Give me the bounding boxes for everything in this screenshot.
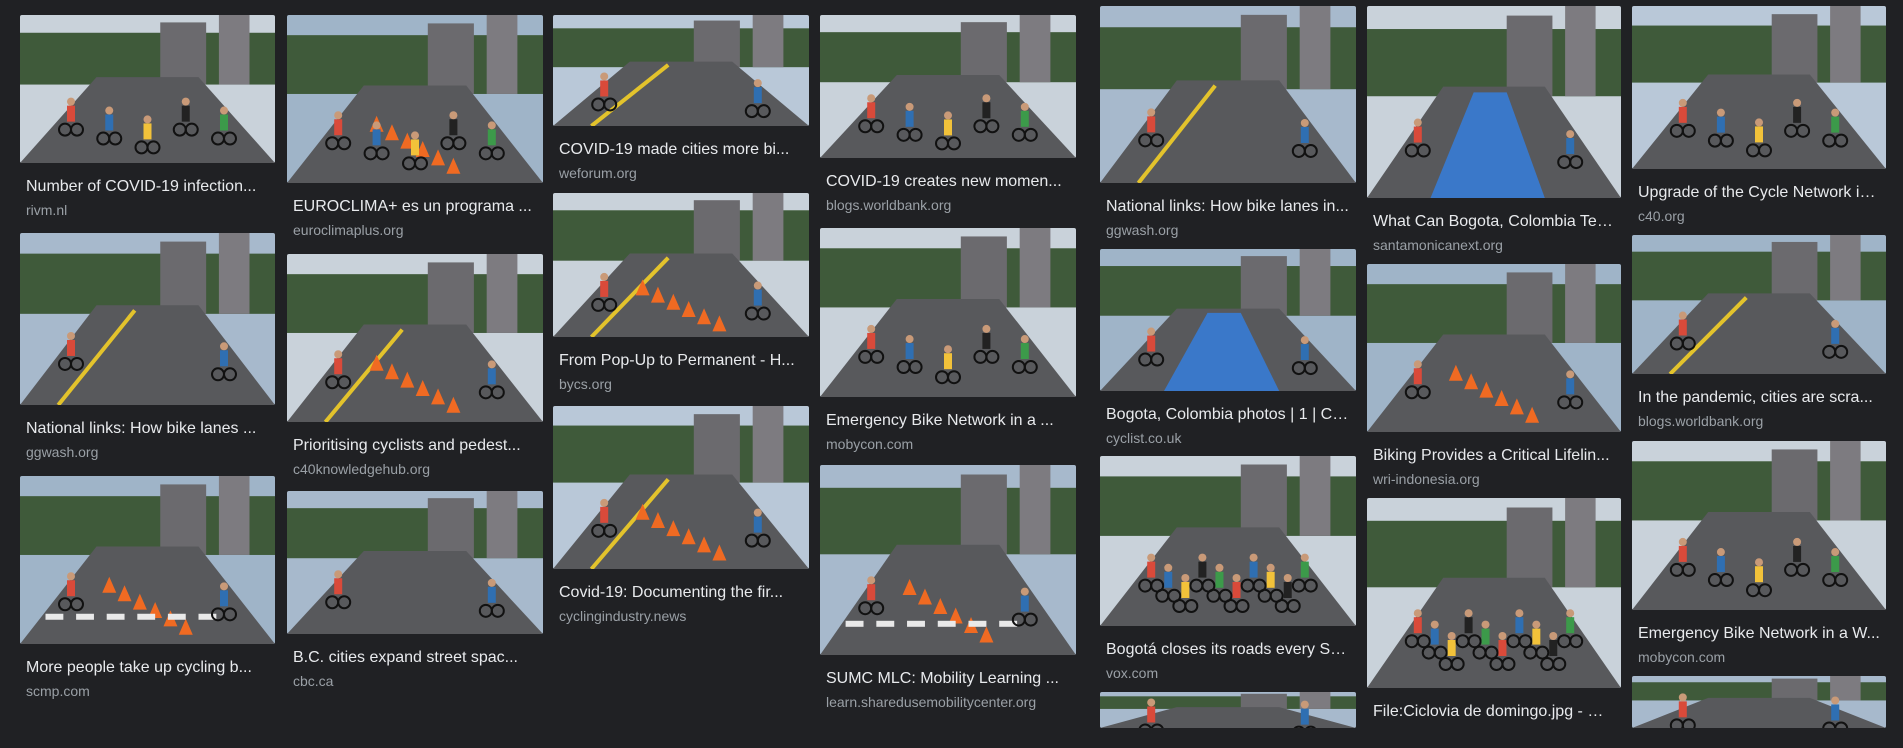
result-thumbnail[interactable] (553, 406, 809, 569)
image-result-card[interactable] (1100, 692, 1356, 728)
image-results-grid: Number of COVID-19 infection... rivm.nl Na… (0, 0, 1903, 728)
result-thumbnail[interactable] (1100, 249, 1356, 391)
result-thumbnail[interactable] (287, 491, 543, 634)
result-source[interactable]: vox.com (1106, 664, 1350, 682)
image-result-card[interactable]: Upgrade of the Cycle Network in... c40.or… (1632, 6, 1886, 229)
result-title[interactable]: Emergency Bike Network in a ... (826, 411, 1070, 431)
result-title[interactable]: EUROCLIMA+ es un programa ... (293, 197, 537, 217)
image-result-card[interactable]: Number of COVID-19 infection... rivm.nl (20, 15, 275, 223)
result-thumbnail[interactable] (553, 15, 809, 126)
result-source[interactable]: bycs.org (559, 375, 803, 393)
image-result-card[interactable]: National links: How bike lanes in... ggwa… (1100, 6, 1356, 243)
image-result-card[interactable]: Covid-19: Documenting the fir... cyclingi… (553, 406, 809, 629)
image-result-card[interactable]: What Can Bogota, Colombia Tea... santamon… (1367, 6, 1621, 258)
image-result-card[interactable]: Emergency Bike Network in a W... mobycon.… (1632, 441, 1886, 670)
image-result-card[interactable]: File:Ciclovia de domingo.jpg - Wi... (1367, 498, 1621, 748)
result-title[interactable]: Prioritising cyclists and pedest... (293, 436, 537, 456)
result-source[interactable]: ggwash.org (26, 443, 269, 461)
result-source[interactable]: blogs.worldbank.org (1638, 412, 1880, 430)
result-thumbnail[interactable] (1367, 498, 1621, 688)
result-source[interactable]: learn.sharedusemobilitycenter.org (826, 693, 1070, 711)
result-thumbnail[interactable] (1632, 441, 1886, 610)
result-source[interactable]: ggwash.org (1106, 221, 1350, 239)
result-title[interactable]: B.C. cities expand street spac... (293, 648, 537, 668)
result-title[interactable]: Bogota, Colombia photos | 1 | Cy... (1106, 405, 1350, 425)
result-title[interactable]: From Pop-Up to Permanent - H... (559, 351, 803, 371)
result-thumbnail[interactable] (820, 465, 1076, 655)
image-result-card[interactable]: Bogotá closes its roads every Su... vox.c… (1100, 456, 1356, 686)
result-thumbnail[interactable] (20, 476, 275, 644)
result-source[interactable]: c40.org (1638, 207, 1880, 225)
result-thumbnail[interactable] (20, 233, 275, 405)
result-thumbnail[interactable] (1632, 235, 1886, 374)
result-thumbnail[interactable] (1100, 456, 1356, 626)
result-source[interactable]: cbc.ca (293, 672, 537, 690)
image-result-card[interactable]: Biking Provides a Critical Lifelin... wri… (1367, 264, 1621, 492)
result-title[interactable]: Bogotá closes its roads every Su... (1106, 640, 1350, 660)
result-source[interactable]: blogs.worldbank.org (826, 196, 1070, 214)
result-thumbnail[interactable] (820, 228, 1076, 397)
image-result-card[interactable]: EUROCLIMA+ es un programa ... euroclimapl… (287, 15, 543, 243)
result-thumbnail[interactable] (820, 15, 1076, 158)
result-thumbnail[interactable] (1100, 692, 1356, 728)
result-source[interactable]: euroclimaplus.org (293, 221, 537, 239)
image-result-card[interactable]: SUMC MLC: Mobility Learning ... learn.sha… (820, 465, 1076, 715)
image-result-card[interactable]: In the pandemic, cities are scra... blogs… (1632, 235, 1886, 434)
result-source[interactable]: cyclingindustry.news (559, 607, 803, 625)
result-source[interactable]: rivm.nl (26, 201, 269, 219)
image-result-card[interactable]: From Pop-Up to Permanent - H... bycs.org (553, 193, 809, 397)
result-source[interactable]: mobycon.com (826, 435, 1070, 453)
image-result-card[interactable]: COVID-19 made cities more bi... weforum.o… (553, 15, 809, 186)
result-title[interactable]: National links: How bike lanes in... (1106, 197, 1350, 217)
result-source[interactable]: scmp.com (26, 682, 269, 700)
image-result-card[interactable]: Emergency Bike Network in a ... mobycon.c… (820, 228, 1076, 457)
result-title[interactable]: Covid-19: Documenting the fir... (559, 583, 803, 603)
result-title[interactable]: National links: How bike lanes ... (26, 419, 269, 439)
result-thumbnail[interactable] (1632, 6, 1886, 169)
result-source[interactable]: cyclist.co.uk (1106, 429, 1350, 447)
result-title[interactable]: File:Ciclovia de domingo.jpg - Wi... (1373, 702, 1615, 722)
image-result-card[interactable]: More people take up cycling b... scmp.com (20, 476, 275, 704)
result-source[interactable]: mobycon.com (1638, 648, 1880, 666)
result-thumbnail[interactable] (1100, 6, 1356, 183)
result-title[interactable]: Number of COVID-19 infection... (26, 177, 269, 197)
image-result-card[interactable]: Bogota, Colombia photos | 1 | Cy... cycli… (1100, 249, 1356, 451)
result-source[interactable]: wri-indonesia.org (1373, 470, 1615, 488)
result-title[interactable]: More people take up cycling b... (26, 658, 269, 678)
result-thumbnail[interactable] (1632, 676, 1886, 728)
result-source[interactable]: c40knowledgehub.org (293, 460, 537, 478)
result-title[interactable]: COVID-19 made cities more bi... (559, 140, 803, 160)
result-title[interactable]: SUMC MLC: Mobility Learning ... (826, 669, 1070, 689)
result-title[interactable]: COVID-19 creates new momen... (826, 172, 1070, 192)
result-title[interactable]: Biking Provides a Critical Lifelin... (1373, 446, 1615, 466)
image-result-card[interactable]: B.C. cities expand street spac... cbc.ca (287, 491, 543, 694)
image-result-card[interactable]: Prioritising cyclists and pedest... c40kn… (287, 254, 543, 482)
result-title[interactable]: In the pandemic, cities are scra... (1638, 388, 1880, 408)
result-source[interactable]: weforum.org (559, 164, 803, 182)
image-result-card[interactable]: COVID-19 creates new momen... blogs.world… (820, 15, 1076, 218)
result-title[interactable]: What Can Bogota, Colombia Tea... (1373, 212, 1615, 232)
result-thumbnail[interactable] (287, 15, 543, 183)
result-title[interactable]: Upgrade of the Cycle Network in... (1638, 183, 1880, 203)
result-thumbnail[interactable] (1367, 6, 1621, 198)
result-thumbnail[interactable] (1367, 264, 1621, 432)
result-thumbnail[interactable] (553, 193, 809, 337)
result-thumbnail[interactable] (287, 254, 543, 422)
result-title[interactable]: Emergency Bike Network in a W... (1638, 624, 1880, 644)
result-source[interactable]: santamonicanext.org (1373, 236, 1615, 254)
image-result-card[interactable] (1632, 676, 1886, 728)
result-thumbnail[interactable] (20, 15, 275, 163)
image-result-card[interactable]: National links: How bike lanes ... ggwash… (20, 233, 275, 465)
